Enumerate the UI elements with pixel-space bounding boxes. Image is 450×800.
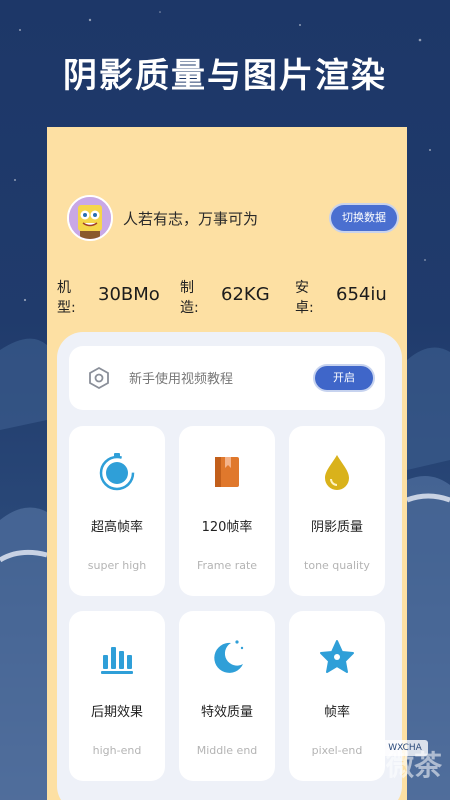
card-subtitle: Middle end [196, 744, 258, 757]
profile-motto: 人若有志，万事可为 [123, 210, 259, 228]
card-subtitle: tone quality [304, 559, 370, 572]
star-icon [320, 640, 354, 673]
feature-card-super-high[interactable]: 超高帧率 super high [69, 426, 165, 596]
avatar[interactable] [67, 195, 113, 241]
banner-title: 阴影质量与图片渲染 [63, 56, 387, 96]
card-subtitle: high-end [92, 744, 142, 757]
card-title: 特效质量 [200, 705, 253, 720]
card-title: 后期效果 [90, 705, 143, 720]
card-title: 超高帧率 [90, 520, 143, 535]
feature-panel: 新手使用视频教程 开启 超高帧率 super high 120帧率 Frame … [57, 332, 402, 800]
device-specs: 机型: 30BMo 制造: 62KG 安卓: 654iu [57, 277, 402, 316]
watermark: 微茶 [385, 749, 442, 782]
tutorial-row[interactable]: 新手使用视频教程 开启 [69, 346, 385, 410]
open-tutorial-button[interactable]: 开启 [315, 366, 373, 390]
feature-card-frame-rate[interactable]: 120帧率 Frame rate [179, 426, 275, 596]
sponge-avatar-icon [69, 197, 111, 239]
app-screen: 人若有志，万事可为 切换数据 机型: 30BMo 制造: 62KG 安卓: 65… [47, 127, 407, 800]
book-icon [215, 457, 239, 487]
card-subtitle: super high [87, 559, 147, 572]
card-title: 120帧率 [201, 520, 253, 535]
drop-icon [325, 455, 349, 490]
profile-row: 人若有志，万事可为 切换数据 [67, 195, 397, 243]
spec-key: 安卓: [295, 280, 314, 316]
bar-chart-icon [101, 647, 133, 674]
feature-card-frame[interactable]: 帧率 pixel-end [289, 611, 385, 781]
card-title: 阴影质量 [310, 520, 363, 535]
feature-card-tone-quality[interactable]: 阴影质量 tone quality [289, 426, 385, 596]
card-subtitle: pixel-end [311, 744, 363, 757]
timer-icon [99, 453, 135, 491]
card-subtitle: Frame rate [196, 559, 258, 572]
feature-card-post-effects[interactable]: 后期效果 high-end [69, 611, 165, 781]
hexagon-icon [89, 366, 109, 390]
tutorial-text: 新手使用视频教程 [129, 372, 234, 387]
spec-key: 机型: [57, 280, 76, 316]
feature-card-effect-quality[interactable]: 特效质量 Middle end [179, 611, 275, 781]
spec-value: 30BMo [98, 284, 160, 305]
switch-data-button[interactable]: 切换数据 [331, 205, 397, 231]
spec-key: 制造: [180, 280, 199, 316]
spec-value: 62KG [221, 284, 270, 305]
moon-icon [214, 640, 244, 673]
card-title: 帧率 [323, 705, 350, 720]
spec-value: 654iu [336, 284, 387, 305]
